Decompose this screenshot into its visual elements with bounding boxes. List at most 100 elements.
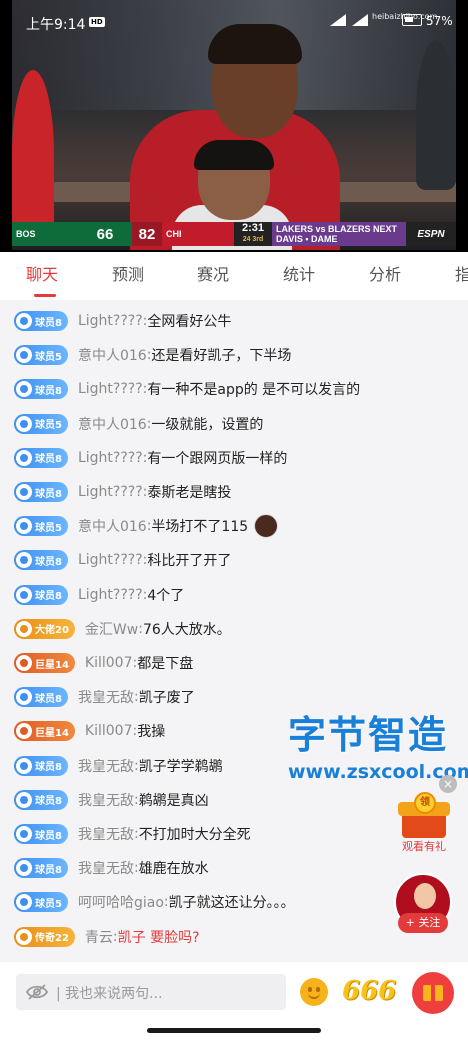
treasure-chest-icon[interactable]: 领 bbox=[396, 792, 452, 840]
basketball-icon bbox=[16, 689, 32, 706]
chat-username[interactable]: 意中人016 bbox=[78, 345, 147, 365]
chat-username[interactable]: Light???? bbox=[78, 552, 143, 568]
chat-message[interactable]: 传奇22 青云: 凯子 要脸吗? bbox=[14, 925, 200, 949]
tab-prediction[interactable]: 预测 bbox=[112, 252, 144, 300]
chat-username[interactable]: Light???? bbox=[78, 587, 143, 603]
chat-message[interactable]: 球员5 意中人016: 一级就能，设置的 bbox=[14, 412, 263, 436]
chat-username[interactable]: 意中人016 bbox=[78, 516, 147, 536]
chat-username[interactable]: 意中人016 bbox=[78, 414, 147, 434]
chat-message[interactable]: 球员5 意中人016: 半场打不了115 bbox=[14, 514, 279, 539]
basketball-icon bbox=[16, 449, 32, 466]
badge-label: 球员8 bbox=[35, 454, 62, 466]
badge-label: 大佬20 bbox=[35, 625, 69, 637]
badge-label: 球员8 bbox=[35, 591, 62, 603]
chat-message[interactable]: 球员8 我皇无敌: 雄鹿在放水 bbox=[14, 856, 209, 880]
chat-username[interactable]: 我皇无敌 bbox=[78, 824, 134, 844]
chat-username[interactable]: Kill007 bbox=[85, 723, 133, 739]
battery-percent: 57% bbox=[426, 14, 453, 28]
home-indicator[interactable] bbox=[147, 1028, 321, 1033]
chat-username[interactable]: 青云 bbox=[85, 927, 113, 947]
chat-username[interactable]: 金汇Ww bbox=[85, 619, 138, 639]
close-icon[interactable]: × bbox=[439, 775, 457, 793]
chat-message[interactable]: 球员8 Light????: 科比开了开了 bbox=[14, 548, 231, 572]
coin-icon: 领 bbox=[414, 792, 436, 814]
eye-hidden-icon[interactable] bbox=[26, 983, 48, 1001]
chat-message[interactable]: 巨星14 Kill007: 都是下盘 bbox=[14, 651, 193, 675]
user-level-badge: 球员8 bbox=[14, 379, 68, 400]
user-level-badge: 球员5 bbox=[14, 345, 68, 366]
gift-icon[interactable] bbox=[412, 972, 454, 1014]
quick-666-button[interactable]: 666 bbox=[342, 976, 396, 1006]
chat-username[interactable]: Light???? bbox=[78, 450, 143, 466]
badge-label: 巨星14 bbox=[35, 727, 69, 739]
chat-message[interactable]: 球员8 我皇无敌: 不打加时大分全死 bbox=[14, 822, 251, 846]
player-right bbox=[416, 40, 456, 190]
chat-text: 泰斯老是瞎投 bbox=[147, 485, 232, 501]
basketball-icon bbox=[16, 381, 32, 398]
chat-username[interactable]: 呵呵哈哈giao bbox=[78, 892, 164, 912]
user-level-badge: 巨星14 bbox=[14, 653, 75, 673]
chat-username[interactable]: 我皇无敌 bbox=[78, 756, 134, 776]
user-level-badge: 球员8 bbox=[14, 755, 68, 776]
chat-message[interactable]: 球员8 Light????: 全网看好公牛 bbox=[14, 309, 231, 333]
team1-score: 66 bbox=[78, 222, 132, 246]
badge-label: 巨星14 bbox=[35, 659, 69, 671]
chat-message[interactable]: 球员8 Light????: 有一个跟网页版一样的 bbox=[14, 446, 287, 470]
user-level-badge: 球员8 bbox=[14, 687, 68, 708]
chat-text: 有一个跟网页版一样的 bbox=[147, 450, 288, 467]
tab-index[interactable]: 指 bbox=[455, 252, 468, 300]
user-level-badge: 球员8 bbox=[14, 311, 68, 331]
tab-live[interactable]: 赛况 bbox=[197, 252, 229, 300]
chat-text: 科比开了开了 bbox=[147, 553, 232, 570]
badge-label: 球员8 bbox=[35, 488, 62, 500]
tab-chat[interactable]: 聊天 bbox=[26, 252, 58, 300]
chat-message[interactable]: 球员8 Light????: 4个了 bbox=[14, 583, 184, 607]
chat-username[interactable]: 我皇无敌 bbox=[78, 790, 134, 810]
badge-label: 球员5 bbox=[35, 522, 62, 534]
chat-message[interactable]: 球员5 呵呵哈哈giao: 凯子就这还让分。。。 bbox=[14, 890, 295, 914]
chat-username[interactable]: Light???? bbox=[78, 381, 143, 397]
clock-time: 2:31 bbox=[241, 222, 265, 234]
battery-icon bbox=[402, 14, 422, 26]
follow-button[interactable]: + 关注 bbox=[398, 913, 448, 933]
chat-message[interactable]: 球员8 Light????: 泰斯老是瞎投 bbox=[14, 480, 231, 504]
chat-username[interactable]: 我皇无敌 bbox=[78, 858, 134, 878]
player-front-hair bbox=[194, 140, 274, 170]
tab-active-indicator bbox=[34, 294, 56, 297]
user-level-badge: 传奇22 bbox=[14, 926, 75, 947]
tab-analysis[interactable]: 分析 bbox=[369, 252, 401, 300]
network-logo: ESPN bbox=[406, 222, 456, 246]
smile-icon[interactable] bbox=[300, 978, 328, 1006]
basketball-icon bbox=[16, 860, 32, 877]
chat-text: 还是看好凯子，下半场 bbox=[151, 348, 292, 365]
chat-text: 半场打不了115 bbox=[151, 519, 249, 536]
chat-text: 鹈鹕是真凶 bbox=[138, 792, 209, 809]
tab-stats[interactable]: 统计 bbox=[283, 252, 315, 300]
chat-text: 全网看好公牛 bbox=[147, 314, 232, 330]
chat-message[interactable]: 巨星14 Kill007: 我操 bbox=[14, 719, 165, 743]
user-level-badge: 球员8 bbox=[14, 584, 68, 605]
chat-message[interactable]: 球员5 意中人016: 还是看好凯子，下半场 bbox=[14, 343, 291, 367]
chat-list[interactable]: 球员8 Light????: 全网看好公牛 球员5 意中人016: 还是看好凯子，下半… bbox=[0, 300, 468, 962]
chat-message[interactable]: 球员8 Light????: 有一种不是app的 是不可以发言的 bbox=[14, 377, 360, 401]
chat-message[interactable]: 大佬20 金汇Ww: 76人大放水。 bbox=[14, 617, 231, 641]
watch-reward-label[interactable]: 观看有礼 bbox=[396, 838, 452, 854]
chat-message[interactable]: 球员8 我皇无敌: 凯子学学鹈鹕 bbox=[14, 754, 223, 778]
chat-username[interactable]: Kill007 bbox=[85, 655, 133, 671]
chat-text: 凯子就这还让分。。。 bbox=[168, 895, 295, 912]
basketball-icon bbox=[16, 826, 32, 842]
chat-message[interactable]: 球员8 我皇无敌: 鹈鹕是真凶 bbox=[14, 788, 209, 812]
user-level-badge: 球员5 bbox=[14, 892, 68, 913]
chat-username[interactable]: Light???? bbox=[78, 484, 143, 500]
chat-text: 凯子 要脸吗? bbox=[117, 929, 200, 946]
face-emoji-icon bbox=[254, 514, 279, 539]
user-level-badge: 球员5 bbox=[14, 516, 68, 537]
team2-name: CHI bbox=[162, 222, 234, 246]
chat-text: 不打加时大分全死 bbox=[138, 827, 251, 843]
chat-message[interactable]: 球员8 我皇无敌: 凯子废了 bbox=[14, 685, 195, 709]
chat-username[interactable]: Light???? bbox=[78, 313, 143, 329]
basketball-icon bbox=[16, 313, 32, 329]
status-time: 上午9:14 bbox=[26, 17, 86, 33]
chat-input[interactable]: | 我也来说两句... bbox=[16, 974, 286, 1010]
chat-username[interactable]: 我皇无敌 bbox=[78, 687, 134, 707]
